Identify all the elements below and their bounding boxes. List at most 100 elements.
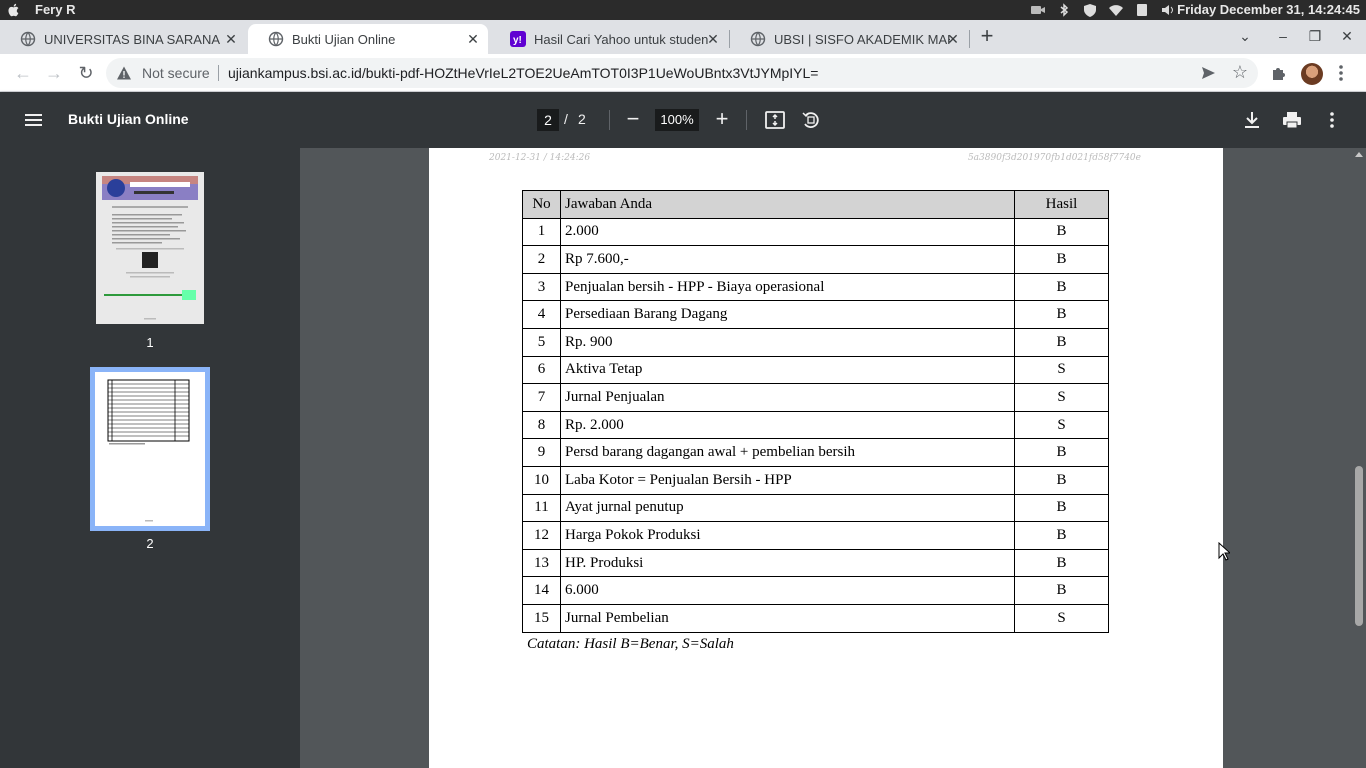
tab-title: Bukti Ujian Online bbox=[292, 31, 396, 47]
bookmark-star-icon[interactable]: ☆ bbox=[1232, 63, 1248, 81]
answer-cell: Harga Pokok Produksi bbox=[560, 521, 1015, 550]
answers-table-body: 1 2.000 B 2 Rp 7.600,- B 3 Penjualan bersih - H… bbox=[522, 217, 1109, 633]
pdf-title: Bukti Ujian Online bbox=[68, 111, 189, 127]
back-arrow-icon[interactable]: ← bbox=[12, 62, 34, 84]
table-row: 2 Rp 7.600,- B bbox=[522, 245, 1109, 274]
table-row: 3 Penjualan bersih - HPP - Biaya operasio… bbox=[522, 272, 1109, 302]
result-cell: S bbox=[1014, 410, 1109, 440]
answer-cell: Ayat jurnal penutup bbox=[560, 493, 1015, 523]
scrollbar-thumb[interactable] bbox=[1355, 466, 1363, 626]
page-total: 2 bbox=[578, 111, 586, 127]
tab-title: UNIVERSITAS BINA SARANA IN bbox=[44, 31, 222, 47]
page-thumbnail-1[interactable] bbox=[96, 172, 204, 324]
result-cell: B bbox=[1014, 465, 1109, 495]
row-number-cell: 2 bbox=[522, 245, 561, 274]
answer-cell: HP. Produksi bbox=[560, 548, 1015, 578]
result-cell: B bbox=[1014, 521, 1109, 550]
zoom-level-input[interactable]: 100% bbox=[655, 109, 699, 131]
tab-yahoo[interactable]: y! Hasil Cari Yahoo untuk studen ✕ bbox=[490, 24, 728, 54]
extensions-puzzle-icon[interactable] bbox=[1270, 64, 1288, 82]
answer-cell: Laba Kotor = Penjualan Bersih - HPP bbox=[560, 465, 1015, 495]
close-tab-icon[interactable]: ✕ bbox=[466, 32, 480, 46]
fit-to-page-icon[interactable] bbox=[764, 109, 786, 131]
send-tab-icon[interactable] bbox=[1200, 65, 1216, 81]
hamburger-menu-icon[interactable] bbox=[24, 110, 44, 130]
answer-cell: Jurnal Penjualan bbox=[560, 383, 1015, 412]
page-thumbnail-2-selected[interactable] bbox=[90, 367, 210, 531]
pdf-content-area[interactable]: 2021-12-31 / 14:24:26 5a3890f3d201970fb1… bbox=[300, 148, 1352, 768]
answer-cell: 6.000 bbox=[560, 576, 1015, 605]
browser-toolbar: ← → ↻ Not secure ujiankampus.bsi.ac.id/b… bbox=[0, 54, 1366, 92]
profile-avatar[interactable] bbox=[1301, 63, 1323, 85]
close-tab-icon[interactable]: ✕ bbox=[946, 32, 960, 46]
minimize-icon[interactable]: – bbox=[1275, 28, 1291, 44]
address-bar[interactable]: Not secure ujiankampus.bsi.ac.id/bukti-p… bbox=[106, 58, 1258, 88]
pdf-page-2: 2021-12-31 / 14:24:26 5a3890f3d201970fb1… bbox=[429, 148, 1223, 768]
result-cell: B bbox=[1014, 300, 1109, 329]
zoom-out-icon[interactable]: − bbox=[621, 108, 645, 132]
column-header-jawaban: Jawaban Anda bbox=[560, 190, 1015, 219]
toolbar-divider bbox=[609, 110, 610, 130]
answers-table: No Jawaban Anda Hasil 1 2.000 B 2 Rp 7.600,-… bbox=[522, 190, 1109, 633]
reload-icon[interactable]: ↻ bbox=[75, 62, 97, 84]
more-options-icon[interactable] bbox=[1321, 109, 1343, 131]
tab-strip: UNIVERSITAS BINA SARANA IN ✕ Bukti Ujian… bbox=[0, 20, 1366, 54]
table-note: Catatan: Hasil B=Benar, S=Salah bbox=[527, 636, 734, 652]
column-header-no: No bbox=[522, 190, 561, 219]
row-number-cell: 4 bbox=[522, 300, 561, 329]
apple-icon[interactable] bbox=[6, 2, 22, 18]
tab-bukti-ujian[interactable]: Bukti Ujian Online ✕ bbox=[248, 24, 488, 54]
table-row: 5 Rp. 900 B bbox=[522, 327, 1109, 357]
close-tab-icon[interactable]: ✕ bbox=[706, 32, 720, 46]
forward-arrow-icon[interactable]: → bbox=[43, 62, 65, 84]
volume-icon[interactable] bbox=[1160, 3, 1176, 17]
row-number-cell: 1 bbox=[522, 217, 561, 247]
page-header-hash: 5a3890f3d201970fb1d021fd58f7740e bbox=[967, 153, 1141, 163]
vertical-scrollbar[interactable] bbox=[1352, 148, 1366, 768]
answer-cell: Persd barang dagangan awal + pembelian b… bbox=[560, 438, 1015, 467]
answer-cell: Rp. 2.000 bbox=[560, 410, 1015, 440]
url-text[interactable]: ujiankampus.bsi.ac.id/bukti-pdf-HOZtHeVr… bbox=[228, 65, 818, 81]
shield-icon[interactable] bbox=[1082, 3, 1098, 17]
wifi-icon[interactable] bbox=[1108, 3, 1124, 17]
table-row: 8 Rp. 2.000 S bbox=[522, 410, 1109, 440]
tab-search-icon[interactable]: ⌄ bbox=[1237, 28, 1253, 44]
row-number-cell: 15 bbox=[522, 603, 561, 633]
download-icon[interactable] bbox=[1241, 109, 1263, 131]
result-cell: B bbox=[1014, 245, 1109, 274]
restore-icon[interactable]: ❐ bbox=[1307, 28, 1323, 44]
os-clock[interactable]: Friday December 31, 14:24:45 bbox=[1177, 2, 1360, 17]
new-tab-button[interactable]: + bbox=[976, 25, 998, 48]
page-number-input[interactable]: 2 bbox=[537, 109, 559, 131]
scroll-up-arrow-icon[interactable] bbox=[1355, 152, 1363, 157]
bluetooth-icon[interactable] bbox=[1056, 3, 1072, 17]
row-number-cell: 5 bbox=[522, 327, 561, 357]
result-cell: B bbox=[1014, 548, 1109, 578]
pdf-toolbar: Bukti Ujian Online 2 / 2 − 100% + bbox=[0, 92, 1366, 148]
rotate-icon[interactable] bbox=[800, 109, 822, 131]
thumbnail-label-2: 2 bbox=[146, 536, 154, 551]
camera-icon[interactable] bbox=[1030, 3, 1046, 17]
close-tab-icon[interactable]: ✕ bbox=[224, 32, 238, 46]
table-row: 14 6.000 B bbox=[522, 576, 1109, 605]
answer-cell: Penjualan bersih - HPP - Biaya operasion… bbox=[560, 272, 1015, 302]
result-cell: B bbox=[1014, 327, 1109, 357]
answer-cell: Aktiva Tetap bbox=[560, 355, 1015, 385]
row-number-cell: 13 bbox=[522, 548, 561, 578]
close-window-icon[interactable]: ✕ bbox=[1339, 28, 1355, 44]
answer-cell: Rp. 900 bbox=[560, 327, 1015, 357]
os-user-name[interactable]: Fery R bbox=[35, 2, 75, 17]
table-row: 12 Harga Pokok Produksi B bbox=[522, 521, 1109, 550]
table-row: 4 Persediaan Barang Dagang B bbox=[522, 300, 1109, 329]
clipboard-icon[interactable] bbox=[1134, 3, 1150, 17]
row-number-cell: 11 bbox=[522, 493, 561, 523]
thumbnail-label-1: 1 bbox=[146, 335, 154, 350]
tab-universitas[interactable]: UNIVERSITAS BINA SARANA IN ✕ bbox=[0, 24, 246, 54]
print-icon[interactable] bbox=[1281, 109, 1303, 131]
tab-ubsi[interactable]: UBSI | SISFO AKADEMIK MAHA ✕ bbox=[730, 24, 968, 54]
warning-icon[interactable] bbox=[116, 65, 132, 81]
not-secure-label[interactable]: Not secure bbox=[142, 65, 210, 81]
zoom-in-icon[interactable]: + bbox=[710, 108, 734, 132]
browser-menu-icon[interactable] bbox=[1338, 63, 1344, 83]
row-number-cell: 6 bbox=[522, 355, 561, 385]
